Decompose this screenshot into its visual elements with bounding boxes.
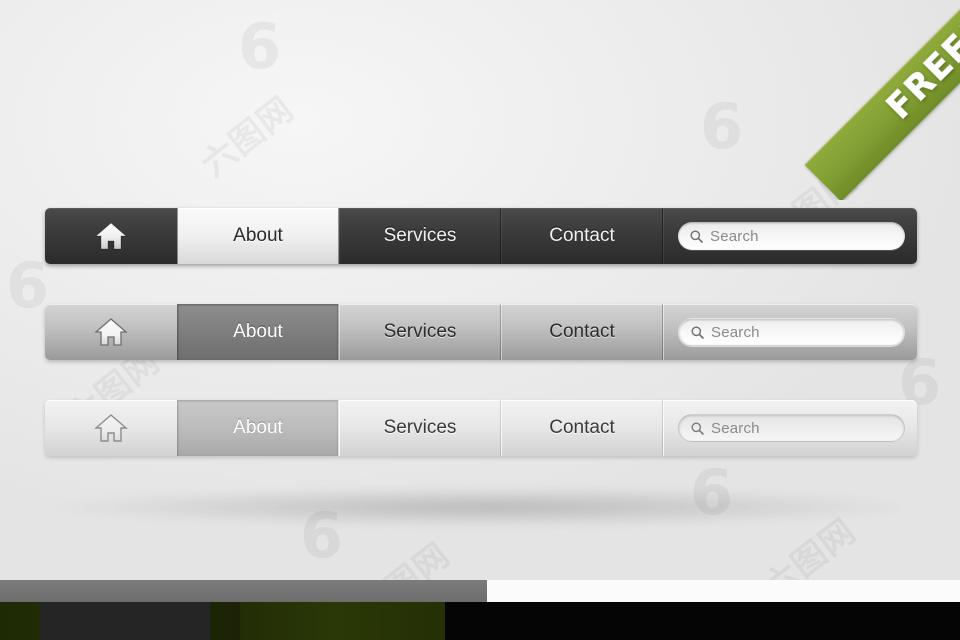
search-icon: [690, 230, 703, 243]
navbar-light: About Services Contact Search: [45, 400, 917, 456]
tab-label: Services: [383, 417, 457, 438]
tab-label: About: [233, 225, 283, 246]
tab-label: About: [233, 321, 283, 342]
home-button[interactable]: [45, 304, 177, 360]
bottom-black-strip: [445, 602, 960, 640]
home-button[interactable]: [45, 400, 177, 456]
bottom-dark-strip-mid: [40, 602, 210, 640]
search-placeholder: Search: [711, 419, 760, 437]
tab-contact[interactable]: Contact: [501, 400, 663, 456]
tab-label: Contact: [549, 417, 615, 438]
search-input[interactable]: Search: [678, 318, 905, 346]
home-icon: [94, 414, 128, 442]
tab-label: Services: [383, 321, 457, 342]
navbar-dark: About Services Contact Search: [45, 208, 917, 264]
bottom-green-strip: [240, 602, 445, 640]
tab-contact[interactable]: Contact: [501, 304, 663, 360]
watermark-spiral: 6: [300, 499, 345, 572]
tab-label: Services: [383, 225, 457, 246]
search-container: Search: [663, 400, 917, 456]
search-placeholder: Search: [711, 323, 760, 341]
tab-about[interactable]: About: [177, 400, 339, 456]
free-ribbon-label: FREE!: [878, 12, 960, 128]
watermark-spiral: 6: [690, 456, 735, 529]
stack-drop-shadow: [55, 487, 910, 527]
home-button[interactable]: [45, 208, 177, 264]
tab-about[interactable]: About: [177, 208, 339, 264]
search-input[interactable]: Search: [678, 222, 905, 250]
watermark-spiral: 6: [6, 249, 51, 322]
home-icon: [94, 318, 128, 346]
search-icon: [691, 326, 704, 339]
tab-contact[interactable]: Contact: [501, 208, 663, 264]
search-container: Search: [663, 304, 917, 360]
tab-label: Contact: [549, 225, 615, 246]
tab-services[interactable]: Services: [339, 304, 501, 360]
watermark-spiral: 6: [700, 90, 745, 163]
navbar-medium: About Services Contact Search: [45, 304, 917, 360]
free-ribbon: FREE!: [760, 0, 960, 200]
bottom-strip-area: [0, 578, 960, 640]
home-icon: [94, 222, 128, 250]
tab-services[interactable]: Services: [339, 208, 501, 264]
bottom-light-panel: [487, 580, 960, 602]
search-input[interactable]: Search: [678, 414, 905, 442]
tab-about[interactable]: About: [177, 304, 339, 360]
watermark-spiral: 6: [238, 10, 283, 83]
search-placeholder: Search: [710, 227, 759, 245]
search-icon: [691, 422, 704, 435]
page-canvas: 6 6 6 6 6 6 六图网 六图网 六图网 六图网 六图网 FREE!: [0, 0, 960, 640]
tab-label: About: [233, 417, 283, 438]
bottom-gray-bar: [0, 580, 487, 602]
watermark-text: 六图网: [194, 89, 302, 186]
search-container: Search: [663, 208, 917, 264]
tab-services[interactable]: Services: [339, 400, 501, 456]
tab-label: Contact: [549, 321, 615, 342]
